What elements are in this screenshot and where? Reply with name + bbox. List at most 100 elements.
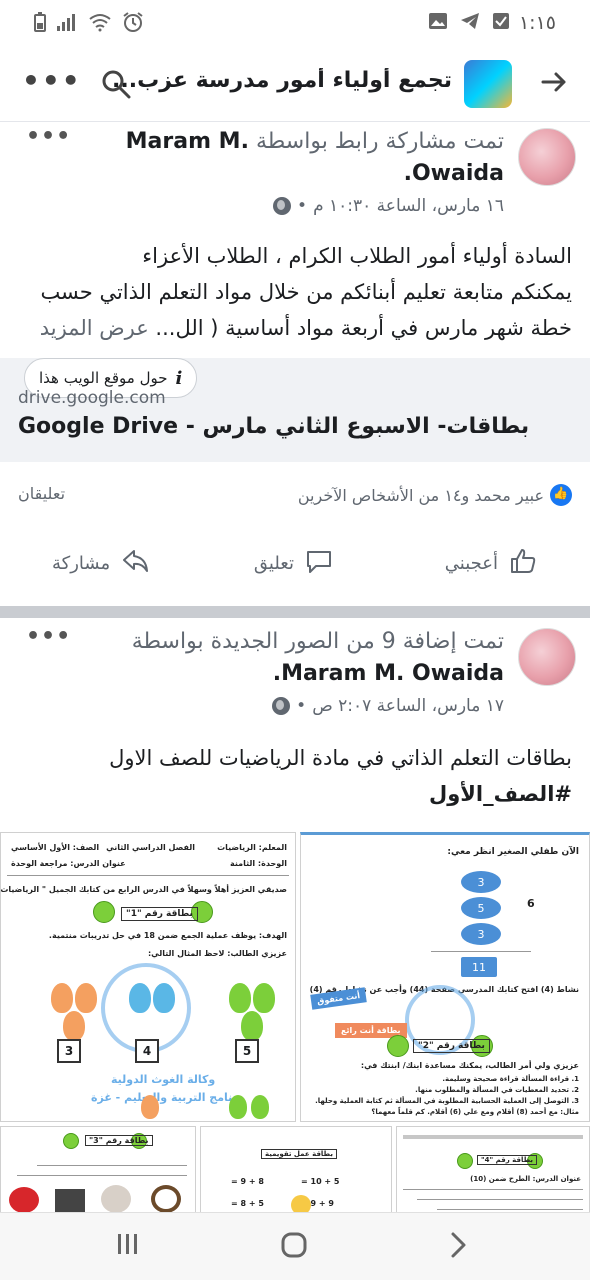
ws-student-instruction: عزيزي الطالب: لاحظ المثال التالي:: [147, 949, 287, 958]
post-body: بطاقات التعلم الذاتي في مادة الرياضيات ل…: [16, 740, 572, 812]
egg-icon: [253, 983, 275, 1013]
post-headline: تمت مشاركة رابط بواسطة Maram M. Owaida.: [64, 126, 504, 190]
ws-unit: الوحدة: الثامنة: [230, 859, 287, 868]
egg-icon: [129, 983, 151, 1013]
number-box: 11: [461, 957, 497, 977]
globe-icon: [273, 197, 292, 215]
comment-label: تعليق: [253, 553, 294, 574]
clock: ١:١٥: [518, 12, 556, 34]
link-title[interactable]: Google Drive - بطاقات- الاسبوع الثاني ما…: [18, 414, 572, 439]
ws-org-program: برنامج التربية والتعليم - غزة: [91, 1091, 244, 1104]
back-icon[interactable]: [448, 1231, 468, 1266]
body-line-3-wrap: خطة شهر مارس في أربعة مواد أساسية ( الل.…: [16, 310, 572, 346]
post-divider: [0, 606, 590, 618]
smiley-icon: [63, 1133, 79, 1149]
reactions-bar: عبير محمد و١٤ من الأشخاص الآخرين تعليقان: [18, 482, 572, 512]
like-label: أعجبني: [444, 553, 498, 574]
ws-rule: [431, 951, 531, 952]
post-photos: ••• تمت إضافة 9 من الصور الجديدة بواسطة …: [0, 618, 590, 1280]
ws-card-label: بطاقة رقم "1": [121, 907, 198, 921]
more-dots-icon[interactable]: •••: [22, 64, 82, 97]
link-domain: drive.google.com: [18, 388, 166, 408]
photo-2[interactable]: الآن طفلي الصغير انظر معي: 3 5 3 6 11 نش…: [300, 832, 590, 1122]
recent-apps-icon[interactable]: [116, 1231, 140, 1264]
smiley-icon: [387, 1035, 409, 1057]
number-box: 4: [135, 1039, 159, 1063]
share-label: مشاركة: [52, 553, 111, 574]
ws-example: مثال: مع أحمد (8) أقلام ومع علي (6) أقلا…: [371, 1108, 579, 1116]
egg-icon: [251, 1095, 269, 1119]
egg-icon: [229, 983, 251, 1013]
group-thumbnail[interactable]: [464, 60, 512, 108]
share-button[interactable]: مشاركة: [52, 546, 150, 581]
home-icon[interactable]: [280, 1231, 308, 1266]
ws-header-right: المعلم: الرياضيات: [217, 843, 287, 852]
flower-image: [9, 1187, 39, 1213]
info-icon: i: [175, 367, 183, 389]
ws-rule: [17, 1175, 187, 1176]
post-body: السادة أولياء أمور الطلاب الكرام ، الطلا…: [16, 238, 572, 346]
photo-1[interactable]: المعلم: الرياضيات الفصل الدراسي الثاني ا…: [0, 832, 296, 1122]
comment-count[interactable]: تعليقان: [18, 484, 65, 503]
ws-step: 1. قراءة المسألة قراءة صحيحة وسليمة.: [442, 1075, 579, 1083]
ws-card-label: بطاقة رقم "4": [477, 1155, 538, 1165]
battery-icon: [34, 12, 46, 38]
ws-step: 2. تحديد المعطيات في المسألة والمطلوب من…: [415, 1086, 579, 1094]
signal-icon: [56, 12, 78, 38]
ws-header-bar: [403, 1135, 583, 1139]
number-box: 3: [57, 1039, 81, 1063]
number-oval: 3: [461, 871, 501, 893]
about-site-label: حول موقع الويب هذا: [39, 369, 168, 387]
headline-dot: .: [403, 161, 412, 186]
author-avatar[interactable]: [518, 128, 576, 186]
ws-rule: [417, 1199, 583, 1200]
post-meta: ١٧ مارس، الساعة ٢:٠٧ ص •: [272, 696, 504, 716]
reaction-count-text: عبير محمد و١٤ من الأشخاص الآخرين: [297, 485, 544, 505]
like-button[interactable]: أعجبني: [445, 546, 538, 581]
ws-card-label: بطاقة عمل تقويمية: [261, 1149, 337, 1159]
ws-header-mid: الفصل الدراسي الثاني: [106, 843, 195, 852]
group-title[interactable]: تجمع أولياء أمور مدرسة عزب...: [112, 68, 452, 93]
author-avatar[interactable]: [518, 628, 576, 686]
meta-separator: •: [296, 696, 307, 716]
telegram-icon: [460, 12, 480, 36]
gallery-icon: [428, 12, 448, 36]
photo-image: [151, 1185, 181, 1213]
app-bar: تجمع أولياء أمور مدرسة عزب... •••: [0, 46, 590, 122]
ws-org-name: وكالة الغوث الدولية: [111, 1073, 216, 1086]
ws-rule: [7, 875, 289, 876]
comment-bubble-icon: [304, 546, 334, 581]
ws-equation: 5 + 10 =: [301, 1177, 340, 1186]
photo-5[interactable]: بطاقة رقم "4" عنوان الدرس: الطرح ضمن (10…: [396, 1126, 590, 1216]
ws-goal: الهدف: يوظف عملية الجمع ضمن 18 في حل تدر…: [48, 931, 287, 940]
ws-equation: 5 + 8 =: [231, 1199, 264, 1208]
share-arrow-icon: [120, 546, 150, 581]
post-shared-link: ••• تمت مشاركة رابط بواسطة Maram M. Owai…: [0, 122, 590, 606]
post-headline: تمت إضافة 9 من الصور الجديدة بواسطة Mara…: [64, 626, 504, 690]
ws-step: 3. التوصل إلى العملية الحسابية المطلوبة …: [315, 1097, 579, 1105]
check-box-icon: [492, 12, 510, 36]
notification-icons: [428, 12, 510, 36]
photo-image: [55, 1189, 85, 1213]
number-box: 5: [235, 1039, 259, 1063]
arrow-right-icon[interactable]: [540, 68, 568, 103]
ws-rule: [437, 1209, 583, 1210]
timestamp[interactable]: ١٦ مارس، الساعة ١٠:٣٠ م: [313, 196, 504, 216]
egg-icon: [75, 983, 97, 1013]
hashtag-link[interactable]: #الصف_الأول: [16, 776, 572, 812]
photo-4[interactable]: بطاقة عمل تقويمية 5 + 10 = 8 + 9 = 9 + 9…: [200, 1126, 392, 1216]
see-more-link[interactable]: عرض المزيد: [40, 316, 149, 340]
number-oval: 3: [461, 923, 501, 945]
body-line-1: بطاقات التعلم الذاتي في مادة الرياضيات ل…: [109, 746, 572, 770]
wifi-icon: [88, 12, 112, 38]
headline-text: تمت مشاركة رابط بواسطة: [255, 129, 504, 154]
egg-icon: [153, 983, 175, 1013]
timestamp[interactable]: ١٧ مارس، الساعة ٢:٠٧ ص: [312, 696, 504, 716]
like-reaction-icon: [550, 484, 572, 506]
reaction-summary[interactable]: عبير محمد و١٤ من الأشخاص الآخرين: [298, 484, 572, 506]
photo-3[interactable]: بطاقة رقم "3": [0, 1126, 196, 1216]
comment-button[interactable]: تعليق: [254, 546, 334, 581]
search-icon[interactable]: [100, 68, 132, 100]
egg-icon: [63, 1011, 85, 1041]
author-name[interactable]: Maram M. Owaida: [281, 661, 504, 686]
